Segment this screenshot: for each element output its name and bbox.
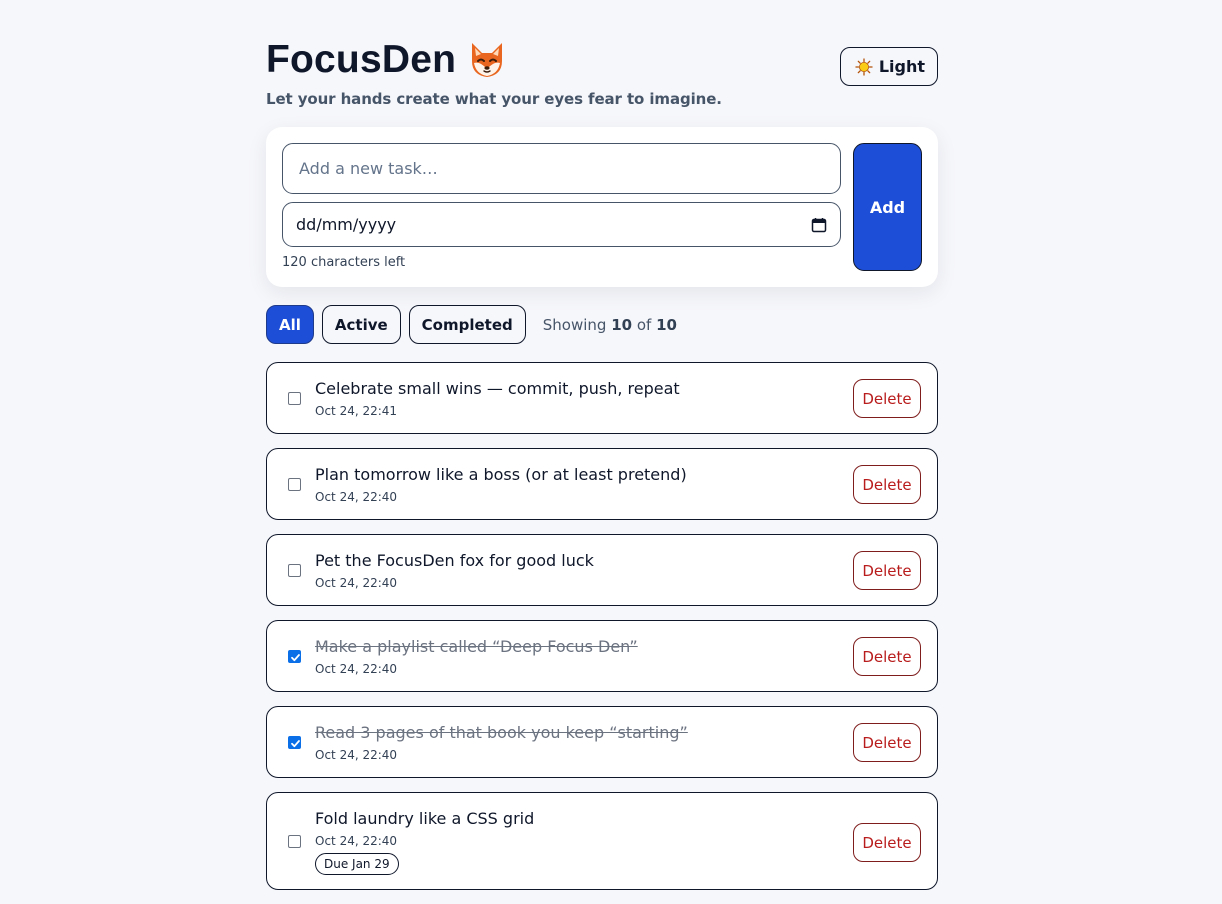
delete-task-button[interactable]: Delete: [853, 465, 921, 504]
task-input[interactable]: [282, 143, 841, 194]
showing-count: Showing 10 of 10: [543, 316, 677, 334]
task-list: Celebrate small wins — commit, push, rep…: [266, 362, 938, 904]
filter-all-button[interactable]: All: [266, 305, 314, 344]
filter-active-button[interactable]: Active: [321, 305, 401, 344]
sun-icon: [855, 57, 873, 76]
delete-task-button[interactable]: Delete: [853, 551, 921, 590]
app-container: FocusDen Let your hands create what your…: [266, 0, 938, 890]
due-date-badge: Due Jan 29: [315, 853, 399, 875]
task-checkbox[interactable]: [288, 835, 301, 848]
filter-bar: All Active Completed Showing 10 of 10: [266, 305, 677, 344]
theme-toggle-button[interactable]: Light: [839, 47, 938, 86]
task-text: Make a playlist called “Deep Focus Den”: [315, 637, 638, 656]
task-text: Pet the FocusDen fox for good luck: [315, 551, 594, 570]
task-text: Plan tomorrow like a boss (or at least p…: [315, 465, 687, 484]
task-timestamp: Oct 24, 22:40: [315, 662, 398, 676]
task-timestamp: Oct 24, 22:40: [315, 748, 398, 762]
task-checkbox[interactable]: [288, 736, 301, 749]
filter-completed-button[interactable]: Completed: [408, 305, 526, 344]
add-task-button[interactable]: Add: [853, 143, 922, 271]
task-text: Read 3 pages of that book you keep “star…: [315, 723, 688, 742]
title-row: FocusDen: [266, 36, 508, 84]
task-checkbox[interactable]: [288, 392, 301, 405]
char-counter: 120 characters left: [282, 255, 406, 270]
showing-total-count: 10: [656, 315, 677, 334]
task-text: Celebrate small wins — commit, push, rep…: [315, 379, 680, 398]
task-item: Pet the FocusDen fox for good luck Oct 2…: [266, 534, 938, 606]
showing-prefix: Showing: [542, 315, 607, 334]
task-timestamp: Oct 24, 22:40: [315, 576, 398, 590]
task-item: Make a playlist called “Deep Focus Den” …: [266, 620, 938, 692]
calendar-icon[interactable]: [811, 217, 827, 233]
due-date-input[interactable]: dd/mm/yyyy: [282, 202, 841, 247]
task-timestamp: Oct 24, 22:41: [315, 404, 398, 418]
header: FocusDen Let your hands create what your…: [266, 0, 938, 127]
showing-visible-count: 10: [611, 315, 633, 334]
task-item: Read 3 pages of that book you keep “star…: [266, 706, 938, 778]
fox-icon: [466, 39, 508, 81]
app-title: FocusDen: [266, 38, 457, 81]
delete-task-button[interactable]: Delete: [853, 823, 921, 862]
add-task-card: dd/mm/yyyy 120 characters left Add: [266, 127, 938, 287]
delete-task-button[interactable]: Delete: [853, 723, 921, 762]
subtitle: Let your hands create what your eyes fea…: [266, 90, 722, 108]
task-timestamp: Oct 24, 22:40: [315, 834, 398, 848]
task-checkbox[interactable]: [288, 478, 301, 491]
check-icon: [291, 740, 300, 748]
task-text: Fold laundry like a CSS grid: [315, 809, 535, 828]
task-item: Celebrate small wins — commit, push, rep…: [266, 362, 938, 434]
showing-of: of: [636, 315, 652, 334]
task-checkbox[interactable]: [288, 564, 301, 577]
theme-toggle-label: Light: [878, 57, 925, 76]
check-icon: [291, 654, 300, 662]
date-placeholder: dd/mm/yyyy: [296, 215, 397, 234]
task-item: Plan tomorrow like a boss (or at least p…: [266, 448, 938, 520]
task-checkbox[interactable]: [288, 650, 301, 663]
task-timestamp: Oct 24, 22:40: [315, 490, 398, 504]
delete-task-button[interactable]: Delete: [853, 379, 921, 418]
task-item: Fold laundry like a CSS grid Oct 24, 22:…: [266, 792, 938, 890]
delete-task-button[interactable]: Delete: [853, 637, 921, 676]
